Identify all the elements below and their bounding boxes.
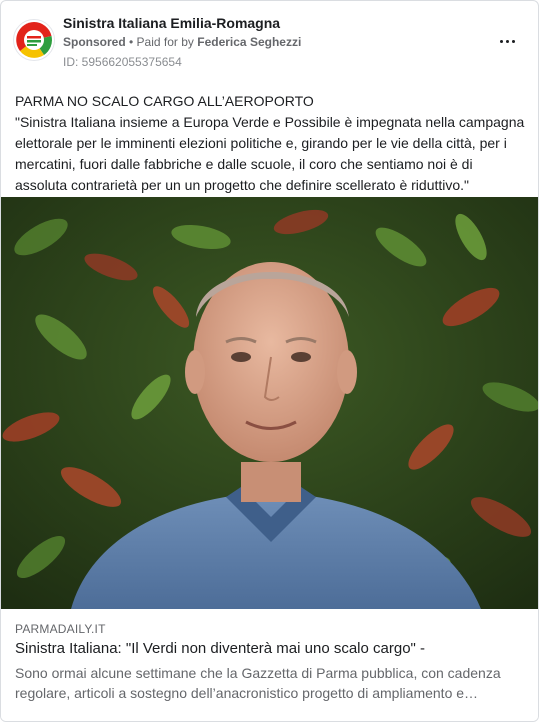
- sponsorship-line: Sponsored • Paid for by Federica Seghezz…: [63, 35, 301, 49]
- meta-separator: •: [125, 35, 137, 49]
- more-horizontal-icon: [499, 39, 503, 43]
- post-body: PARMA NO SCALO CARGO ALL’AEROPORTO "Sini…: [15, 91, 527, 196]
- link-description: Sono ormai alcune settimane che la Gazze…: [15, 665, 501, 701]
- payer-name: Federica Seghezzi: [197, 35, 302, 49]
- more-horizontal-icon: [505, 39, 509, 43]
- more-options-button[interactable]: [491, 29, 523, 53]
- paid-for-label: Paid for by: [136, 35, 198, 49]
- sponsored-label: Sponsored: [63, 35, 126, 49]
- more-horizontal-icon: [511, 39, 515, 43]
- link-domain: PARMADAILY.IT: [15, 622, 106, 636]
- link-preview[interactable]: PARMADAILY.IT Sinistra Italiana: "Il Ver…: [1, 610, 538, 721]
- ad-card: Sinistra Italiana Emilia-Romagna Sponsor…: [0, 0, 539, 722]
- post-title: PARMA NO SCALO CARGO ALL’AEROPORTO: [15, 93, 314, 109]
- portrait-photo: [1, 197, 538, 609]
- ad-id: ID: 595662055375654: [63, 55, 182, 69]
- ad-image[interactable]: [1, 197, 538, 609]
- party-logo-icon: [14, 20, 54, 60]
- avatar[interactable]: [13, 19, 55, 61]
- post-quote: "Sinistra Italiana insieme a Europa Verd…: [15, 114, 525, 193]
- page-name[interactable]: Sinistra Italiana Emilia-Romagna: [63, 15, 280, 31]
- link-title[interactable]: Sinistra Italiana: "Il Verdi non divente…: [15, 640, 425, 657]
- post-header: Sinistra Italiana Emilia-Romagna Sponsor…: [1, 1, 538, 81]
